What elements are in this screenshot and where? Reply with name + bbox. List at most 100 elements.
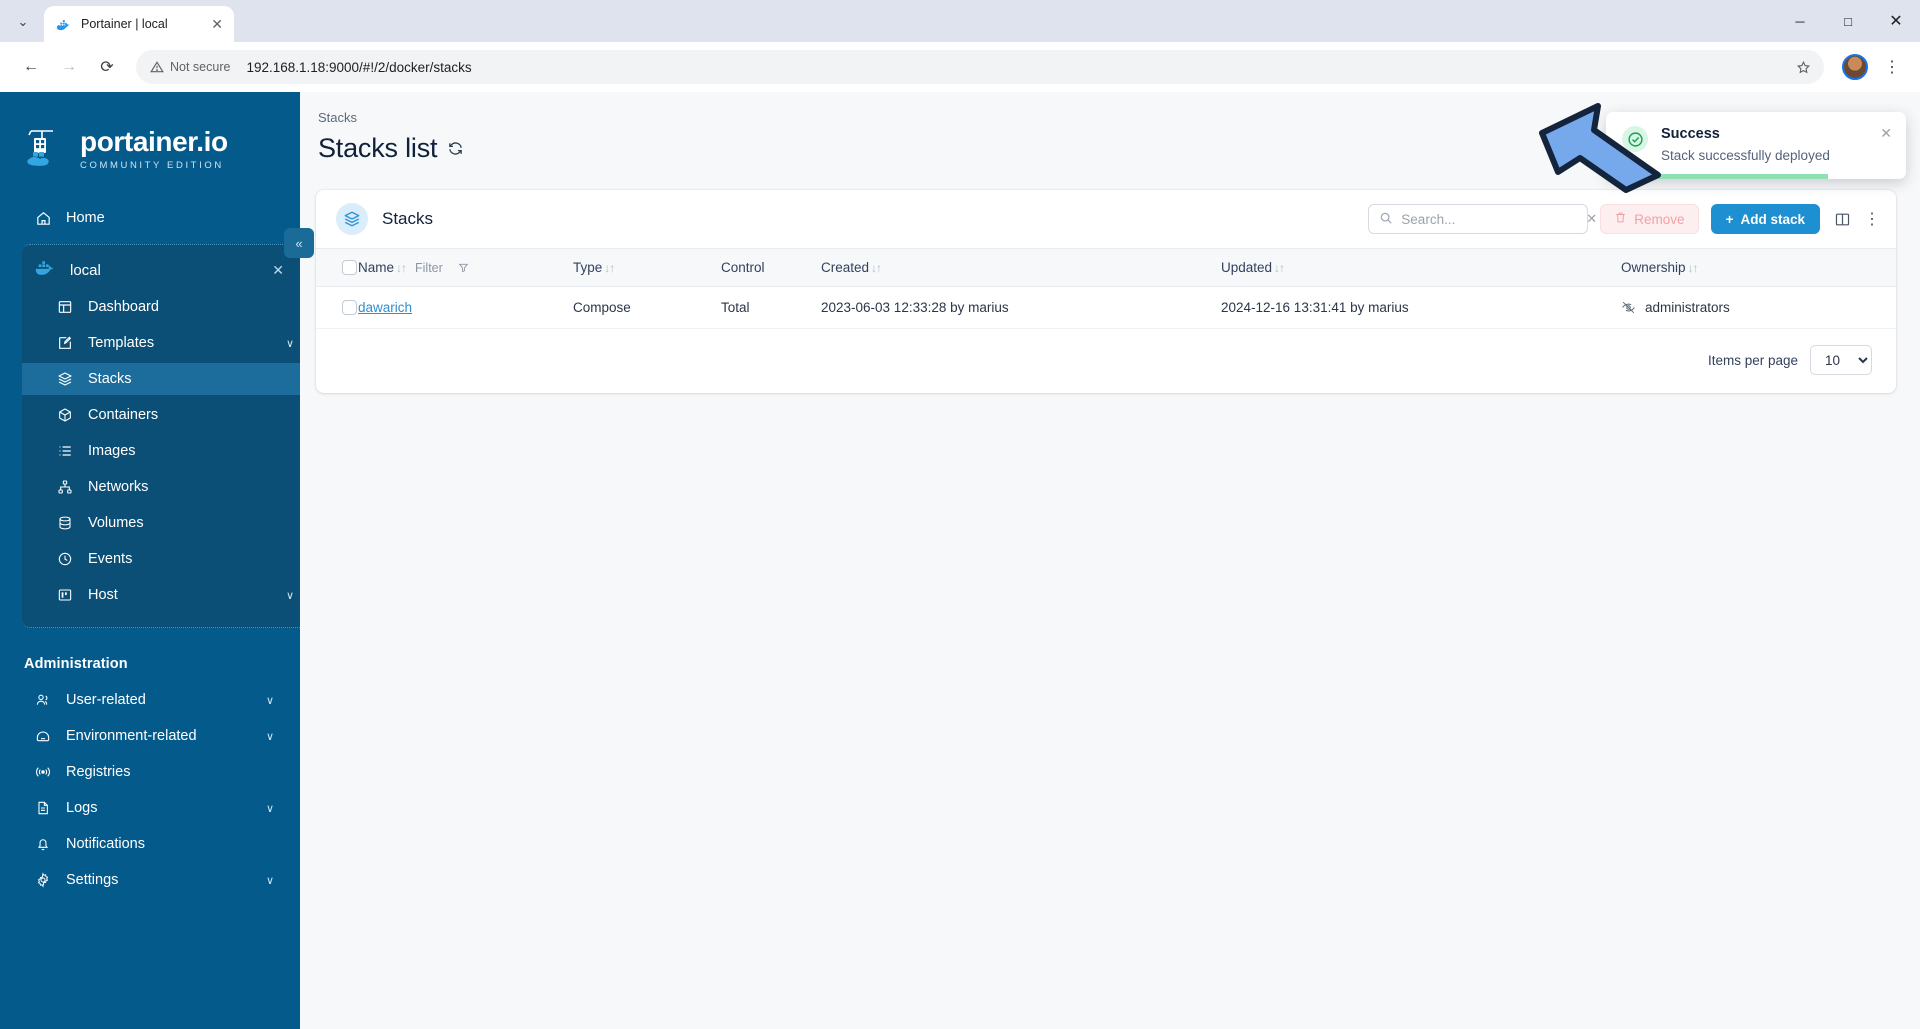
- sidebar-item-notifications-label: Notifications: [66, 836, 145, 852]
- cell-updated: 2024-12-16 13:31:41 by marius: [1221, 286, 1621, 329]
- window-maximize-button[interactable]: □: [1824, 0, 1872, 42]
- sidebar-item-images[interactable]: Images: [22, 435, 300, 467]
- filter-label[interactable]: Filter: [415, 261, 443, 275]
- items-per-page-select[interactable]: 10: [1810, 345, 1872, 375]
- remove-button[interactable]: Remove: [1600, 204, 1699, 234]
- window-minimize-button[interactable]: ─: [1776, 0, 1824, 42]
- stacks-card: Stacks ✕: [316, 190, 1896, 393]
- row-checkbox[interactable]: [342, 300, 357, 315]
- table-row[interactable]: dawarich Compose Total 2023-06-03 12:33:…: [316, 286, 1896, 329]
- stacks-icon: [336, 203, 368, 235]
- card-toolbar: ✕ Remove + Add stack: [1368, 204, 1880, 234]
- chevron-down-icon[interactable]: ∨: [266, 730, 280, 743]
- refresh-icon[interactable]: [447, 140, 464, 157]
- sort-icon[interactable]: ↓↑: [871, 261, 882, 275]
- sidebar-item-logs-label: Logs: [66, 800, 98, 816]
- column-header-ownership[interactable]: Ownership ↓↑: [1621, 249, 1896, 287]
- sidebar-item-containers[interactable]: Containers: [22, 399, 300, 431]
- sidebar-item-user-related[interactable]: User-related ∨: [22, 684, 280, 716]
- column-header-name[interactable]: Name ↓↑ Filter: [358, 249, 573, 287]
- not-secure-indicator[interactable]: Not secure: [150, 60, 230, 74]
- column-header-updated[interactable]: Updated ↓↑: [1221, 249, 1621, 287]
- column-layout-icon[interactable]: [1832, 211, 1852, 228]
- window-close-button[interactable]: ✕: [1872, 0, 1920, 42]
- table-body: dawarich Compose Total 2023-06-03 12:33:…: [316, 286, 1896, 329]
- tab-close-icon[interactable]: ✕: [209, 17, 223, 31]
- column-header-created[interactable]: Created ↓↑: [821, 249, 1221, 287]
- filter-funnel-icon[interactable]: [452, 261, 469, 275]
- sort-icon[interactable]: ↓↑: [1688, 261, 1699, 275]
- chevron-down-icon[interactable]: ∨: [286, 337, 300, 350]
- address-bar[interactable]: Not secure 192.168.1.18:9000/#!/2/docker…: [136, 50, 1824, 84]
- sidebar-item-dashboard[interactable]: Dashboard: [22, 291, 300, 323]
- column-header-created-label: Created: [821, 260, 870, 275]
- sort-icon[interactable]: ↓↑: [604, 261, 615, 275]
- sidebar-item-host[interactable]: Host ∨: [22, 579, 300, 611]
- sidebar-item-events-label: Events: [88, 551, 133, 567]
- bookmark-star-icon[interactable]: [1788, 52, 1818, 82]
- dashboard-icon: [56, 298, 74, 316]
- sidebar-item-settings[interactable]: Settings ∨: [22, 864, 280, 896]
- home-icon: [34, 209, 52, 227]
- stacks-table: Name ↓↑ Filter Type ↓↑ Control Created ↓…: [316, 248, 1896, 329]
- sidebar-item-logs[interactable]: Logs ∨: [22, 792, 280, 824]
- ownership-value: administrators: [1621, 300, 1896, 315]
- stack-name-link[interactable]: dawarich: [358, 300, 412, 315]
- window-controls: ─ □ ✕: [1776, 0, 1920, 42]
- gear-icon: [34, 871, 52, 889]
- trash-icon: [1614, 211, 1627, 227]
- sidebar-collapse-button[interactable]: «: [284, 228, 314, 258]
- sidebar-item-networks[interactable]: Networks: [22, 471, 300, 503]
- sidebar-item-environment-related[interactable]: Environment-related ∨: [22, 720, 280, 752]
- sidebar-item-registries[interactable]: Registries: [22, 756, 280, 788]
- tab-strip: ⌄ Portainer | local ✕: [0, 0, 234, 42]
- column-header-name-label: Name: [358, 260, 395, 275]
- browser-tab-title: Portainer | local: [81, 17, 168, 31]
- eye-off-icon: [1621, 300, 1636, 315]
- search-box[interactable]: ✕: [1368, 204, 1597, 234]
- chevron-down-icon[interactable]: ∨: [286, 589, 300, 602]
- registries-icon: [34, 763, 52, 781]
- sidebar-item-templates[interactable]: Templates ∨: [22, 327, 300, 359]
- sidebar-item-notifications[interactable]: Notifications: [22, 828, 280, 860]
- toast-close-icon[interactable]: ✕: [1880, 126, 1892, 163]
- reload-icon[interactable]: ⟳: [90, 50, 124, 84]
- images-icon: [56, 442, 74, 460]
- add-stack-button[interactable]: + Add stack: [1710, 204, 1820, 234]
- search-input[interactable]: [1401, 211, 1579, 227]
- column-header-ownership-label: Ownership: [1621, 260, 1686, 275]
- table-head: Name ↓↑ Filter Type ↓↑ Control Created ↓…: [316, 248, 1896, 287]
- chevron-down-icon[interactable]: ∨: [266, 802, 280, 815]
- sidebar-item-stacks[interactable]: Stacks: [22, 363, 300, 395]
- sidebar-item-home[interactable]: Home: [22, 202, 280, 234]
- sort-icon[interactable]: ↓↑: [1274, 261, 1285, 275]
- toast-message: Stack successfully deployed: [1661, 148, 1830, 163]
- remove-button-label: Remove: [1634, 211, 1685, 227]
- chevron-down-icon[interactable]: ∨: [266, 874, 280, 887]
- sort-icon[interactable]: ↓↑: [396, 261, 407, 275]
- sidebar: portainer.io COMMUNITY EDITION « Home lo…: [0, 92, 314, 1029]
- success-check-icon: [1622, 126, 1648, 152]
- volumes-icon: [56, 514, 74, 532]
- tab-search-dropdown-icon[interactable]: ⌄: [6, 5, 40, 39]
- column-header-control[interactable]: Control: [721, 249, 821, 287]
- select-all-checkbox[interactable]: [342, 260, 357, 275]
- sidebar-item-volumes[interactable]: Volumes: [22, 507, 300, 539]
- back-icon[interactable]: ←: [14, 50, 48, 84]
- events-clock-icon: [56, 550, 74, 568]
- plus-icon: +: [1725, 211, 1734, 227]
- environment-close-icon[interactable]: ✕: [272, 262, 284, 279]
- browser-tab[interactable]: Portainer | local ✕: [44, 6, 234, 42]
- sidebar-item-events[interactable]: Events: [22, 543, 300, 575]
- search-clear-icon[interactable]: ✕: [1586, 211, 1597, 227]
- forward-icon[interactable]: →: [52, 50, 86, 84]
- more-options-icon[interactable]: ⋮: [1864, 209, 1880, 229]
- column-header-type[interactable]: Type ↓↑: [573, 249, 721, 287]
- environment-header[interactable]: local ✕: [22, 253, 300, 287]
- profile-avatar[interactable]: [1842, 54, 1868, 80]
- sidebar-item-networks-label: Networks: [88, 479, 149, 495]
- portainer-logo[interactable]: portainer.io COMMUNITY EDITION: [0, 110, 300, 198]
- chevron-down-icon[interactable]: ∨: [266, 694, 280, 707]
- browser-menu-icon[interactable]: ⋮: [1878, 57, 1906, 77]
- sidebar-item-host-label: Host: [88, 587, 118, 603]
